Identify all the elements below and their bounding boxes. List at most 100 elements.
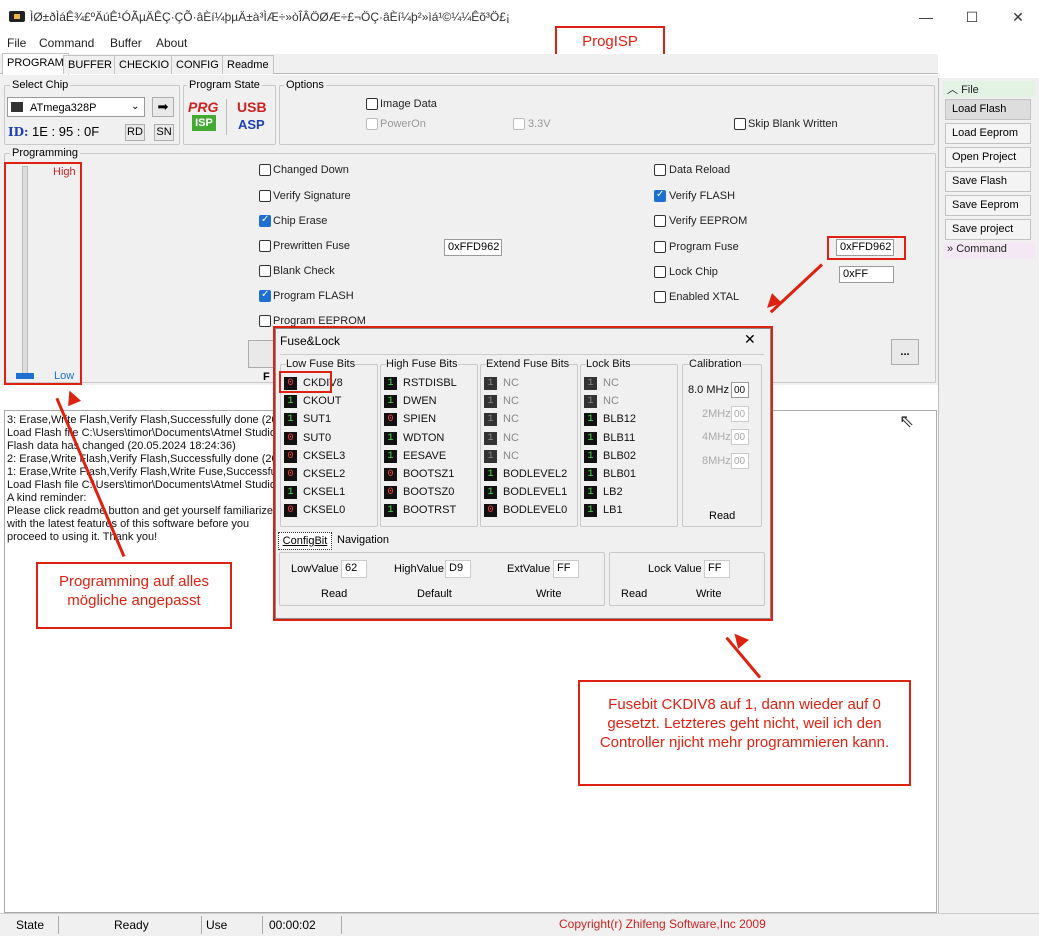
option-checkbox[interactable] bbox=[259, 164, 271, 176]
fuse-bit-toggle[interactable]: 1 bbox=[584, 413, 597, 427]
fuse-bit-toggle[interactable]: 0 bbox=[384, 468, 397, 481]
fuse-bit-toggle[interactable]: 1 bbox=[284, 486, 297, 500]
lock-chip-field[interactable]: 0xFF bbox=[839, 266, 894, 283]
high-value-field[interactable]: D9 bbox=[445, 560, 471, 578]
ellipsis-button[interactable]: ... bbox=[891, 339, 919, 365]
option-checkbox[interactable] bbox=[654, 215, 666, 227]
image-data-checkbox[interactable] bbox=[366, 98, 378, 110]
lock-value-field[interactable]: FF bbox=[704, 560, 730, 578]
menu-about[interactable]: About bbox=[156, 36, 187, 50]
fuse-bit-toggle[interactable]: 0 bbox=[284, 504, 297, 518]
fuse-bit-name: BLB12 bbox=[603, 413, 637, 426]
fuse-bit-toggle[interactable]: 1 bbox=[584, 395, 597, 409]
calibration-label: 4MHz bbox=[702, 431, 731, 443]
menu-file[interactable]: File bbox=[7, 36, 26, 50]
fuse-bit-toggle[interactable]: 1 bbox=[584, 504, 597, 518]
option-checkbox[interactable] bbox=[259, 265, 271, 277]
calibration-field[interactable]: 00 bbox=[731, 405, 749, 422]
calibration-field[interactable]: 00 bbox=[731, 452, 749, 469]
calibration-read-button[interactable]: Read bbox=[709, 510, 735, 522]
arrow-right-button[interactable]: ➡ bbox=[152, 97, 174, 117]
option-checkbox[interactable] bbox=[259, 289, 271, 302]
fuse-bit-toggle[interactable]: 1 bbox=[484, 449, 497, 463]
ext-value-label: ExtValue bbox=[507, 563, 551, 575]
fuse-bit-toggle[interactable]: 1 bbox=[284, 395, 297, 409]
option-checkbox[interactable] bbox=[654, 266, 666, 278]
tab-readme[interactable]: Readme bbox=[222, 55, 274, 74]
fuse-bit-toggle[interactable]: 1 bbox=[584, 468, 597, 481]
fuse-bit-toggle[interactable]: 1 bbox=[484, 395, 497, 409]
fuse-write-button[interactable]: Write bbox=[536, 588, 561, 600]
option-checkbox[interactable] bbox=[654, 164, 666, 176]
fuse-bit-toggle[interactable]: 0 bbox=[484, 504, 497, 518]
v33-checkbox[interactable] bbox=[513, 118, 525, 130]
fuse-default-button[interactable]: Default bbox=[417, 588, 452, 600]
subtab-navigation[interactable]: Navigation bbox=[337, 534, 389, 546]
maximize-button[interactable]: ☐ bbox=[949, 0, 995, 34]
fuse-bit-name: BODLEVEL1 bbox=[503, 486, 568, 499]
chip-select[interactable]: ATmega328P ⌄ bbox=[7, 97, 145, 117]
lock-write-button[interactable]: Write bbox=[696, 588, 721, 600]
fuse-bit-toggle[interactable]: 1 bbox=[384, 431, 397, 445]
usb-logo: USB bbox=[237, 99, 267, 115]
calibration-field[interactable]: 00 bbox=[731, 429, 749, 445]
tab-buffer[interactable]: BUFFER bbox=[63, 55, 117, 74]
low-value-field[interactable]: 62 bbox=[341, 560, 367, 578]
close-button[interactable]: ✕ bbox=[995, 0, 1039, 34]
sidebar-save-eeprom[interactable]: Save Eeprom bbox=[945, 195, 1031, 216]
fuse-bit-toggle[interactable]: 1 bbox=[584, 449, 597, 463]
fuse-bit-toggle[interactable]: 0 bbox=[384, 486, 397, 500]
option-checkbox[interactable] bbox=[259, 315, 271, 327]
option-checkbox[interactable] bbox=[259, 240, 271, 252]
subtab-configbit[interactable]: ConfigBit bbox=[278, 532, 332, 550]
tab-checkio[interactable]: CHECKIO bbox=[114, 55, 175, 74]
sidebar-save-flash[interactable]: Save Flash bbox=[945, 171, 1031, 192]
auto-button[interactable] bbox=[248, 340, 278, 368]
calibration-header: Calibration bbox=[689, 358, 742, 370]
fuse-bit-toggle[interactable]: 0 bbox=[384, 413, 397, 427]
sidebar-load-flash[interactable]: Load Flash bbox=[945, 99, 1031, 120]
fuse-bit-name: SPIEN bbox=[403, 413, 437, 426]
tab-config[interactable]: CONFIG bbox=[171, 55, 224, 74]
sidebar-file-header[interactable]: ︿ File bbox=[943, 81, 1035, 97]
rd-button[interactable]: RD bbox=[125, 124, 145, 141]
fuse-bit-toggle[interactable]: 1 bbox=[384, 504, 397, 518]
prewritten-fuse-field[interactable]: 0xFFD962 bbox=[444, 239, 502, 256]
option-checkbox[interactable] bbox=[654, 189, 666, 202]
option-checkbox[interactable] bbox=[259, 214, 271, 227]
sidebar-save-project[interactable]: Save project bbox=[945, 219, 1031, 240]
sidebar-load-eeprom[interactable]: Load Eeprom bbox=[945, 123, 1031, 144]
poweron-checkbox[interactable] bbox=[366, 118, 378, 130]
lock-read-button[interactable]: Read bbox=[621, 588, 647, 600]
minimize-button[interactable]: — bbox=[903, 0, 949, 34]
fuse-bit-toggle[interactable]: 0 bbox=[284, 468, 297, 481]
fuse-bit-toggle[interactable]: 1 bbox=[384, 449, 397, 463]
option-checkbox[interactable] bbox=[259, 190, 271, 202]
tab-program[interactable]: PROGRAM bbox=[2, 53, 69, 75]
fuse-read-button[interactable]: Read bbox=[321, 588, 347, 600]
fuse-bit-toggle[interactable]: 0 bbox=[284, 449, 297, 463]
option-checkbox[interactable] bbox=[654, 291, 666, 303]
fuse-bit-toggle[interactable]: 1 bbox=[484, 431, 497, 445]
fuse-bit-toggle[interactable]: 1 bbox=[384, 377, 397, 390]
sidebar-command-header[interactable]: » Command bbox=[943, 243, 1035, 259]
fuse-bit-toggle[interactable]: 1 bbox=[384, 395, 397, 409]
fuse-bit-toggle[interactable]: 1 bbox=[484, 486, 497, 500]
option-checkbox[interactable] bbox=[654, 241, 666, 253]
fuse-bit-toggle[interactable]: 1 bbox=[284, 413, 297, 427]
sidebar-open-project[interactable]: Open Project bbox=[945, 147, 1031, 168]
fuse-bit-toggle[interactable]: 1 bbox=[584, 486, 597, 500]
menu-buffer[interactable]: Buffer bbox=[110, 36, 142, 50]
fuse-bit-toggle[interactable]: 1 bbox=[484, 468, 497, 481]
dialog-close-icon[interactable]: ✕ bbox=[744, 331, 756, 348]
menu-command[interactable]: Command bbox=[39, 36, 94, 50]
fuse-bit-toggle[interactable]: 1 bbox=[484, 413, 497, 427]
fuse-bit-toggle[interactable]: 0 bbox=[284, 431, 297, 445]
fuse-bit-toggle[interactable]: 1 bbox=[584, 377, 597, 390]
skip-blank-checkbox[interactable] bbox=[734, 118, 746, 130]
calibration-field[interactable]: 00 bbox=[731, 382, 749, 398]
fuse-bit-toggle[interactable]: 1 bbox=[584, 431, 597, 445]
ext-value-field[interactable]: FF bbox=[553, 560, 579, 578]
sn-button[interactable]: SN bbox=[154, 124, 174, 141]
fuse-bit-toggle[interactable]: 1 bbox=[484, 377, 497, 390]
